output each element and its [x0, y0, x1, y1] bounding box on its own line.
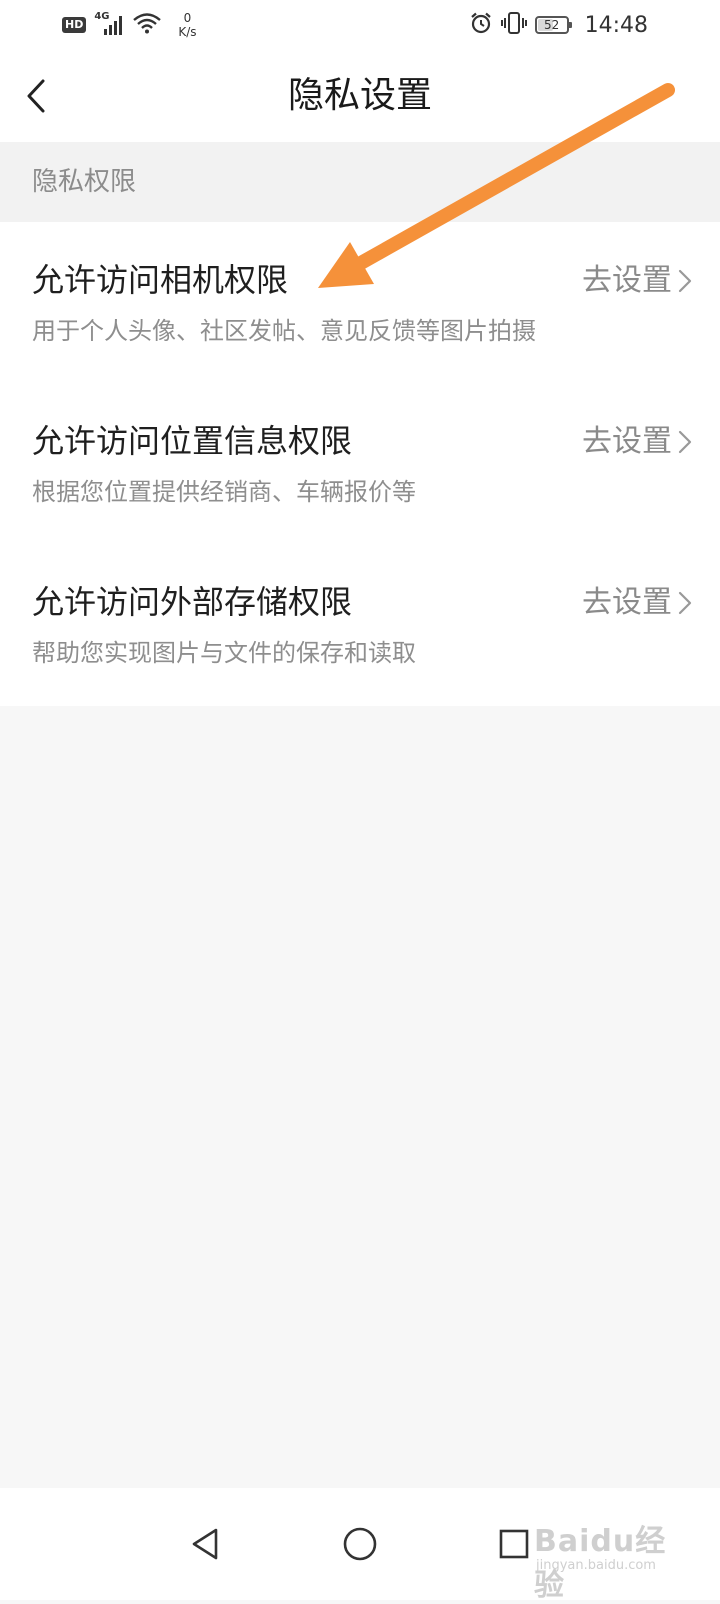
permission-item-storage[interactable]: 允许访问外部存储权限 帮助您实现图片与文件的保存和读取 去设置: [0, 544, 720, 705]
permission-title: 允许访问外部存储权限: [32, 583, 353, 621]
permission-item-camera[interactable]: 允许访问相机权限 用于个人头像、社区发帖、意见反馈等图片拍摄 去设置: [0, 222, 720, 383]
chevron-right-icon: [678, 269, 692, 293]
chevron-right-icon: [678, 430, 692, 454]
go-settings-link[interactable]: 去设置: [582, 260, 672, 302]
network-speed: 0 K/s: [178, 11, 196, 39]
battery-icon: 52: [534, 16, 572, 34]
alarm-icon: [469, 11, 493, 39]
status-clock: 14:48: [584, 12, 648, 38]
square-recent-icon: [499, 1529, 529, 1559]
permission-item-location[interactable]: 允许访问位置信息权限 根据您位置提供经销商、车辆报价等 去设置: [0, 383, 720, 544]
section-label: 隐私权限: [32, 167, 137, 197]
status-bar: HD 4G 0 K/s 52 14:48: [0, 0, 720, 50]
permission-title: 允许访问相机权限: [32, 261, 289, 299]
go-settings-link[interactable]: 去设置: [582, 421, 672, 463]
permission-list: 允许访问相机权限 用于个人头像、社区发帖、意见反馈等图片拍摄 去设置 允许访问位…: [0, 222, 720, 706]
signal-icon: 4G: [94, 11, 124, 37]
title-bar: 隐私设置: [0, 50, 720, 142]
watermark-url: jingyan.baidu.com: [536, 1558, 656, 1573]
system-navigation-bar: Baidu经验 jingyan.baidu.com: [0, 1488, 720, 1603]
triangle-back-icon: [192, 1528, 218, 1560]
status-bar-right: 52 14:48: [469, 8, 648, 42]
status-bar-left: HD 4G 0 K/s: [62, 8, 197, 42]
circle-home-icon: [343, 1527, 377, 1561]
wifi-icon: [132, 11, 162, 39]
permission-title: 允许访问位置信息权限: [32, 422, 353, 460]
section-header: 隐私权限: [0, 142, 720, 222]
network-speed-unit: K/s: [178, 25, 197, 39]
permission-description: 根据您位置提供经销商、车辆报价等: [32, 478, 416, 506]
page-title: 隐私设置: [287, 75, 432, 116]
system-back-button[interactable]: [172, 1510, 240, 1578]
system-home-button[interactable]: [326, 1510, 394, 1578]
chevron-right-icon: [678, 591, 692, 615]
go-settings-link[interactable]: 去设置: [582, 582, 672, 624]
permission-description: 帮助您实现图片与文件的保存和读取: [32, 639, 416, 667]
vibrate-icon: [500, 11, 527, 39]
baidu-watermark: Baidu经验 jingyan.baidu.com: [534, 1508, 684, 1603]
battery-level: 52: [543, 18, 560, 32]
hd-badge: HD: [62, 17, 87, 33]
network-speed-value: 0: [183, 11, 192, 25]
permission-description: 用于个人头像、社区发帖、意见反馈等图片拍摄: [32, 317, 536, 345]
